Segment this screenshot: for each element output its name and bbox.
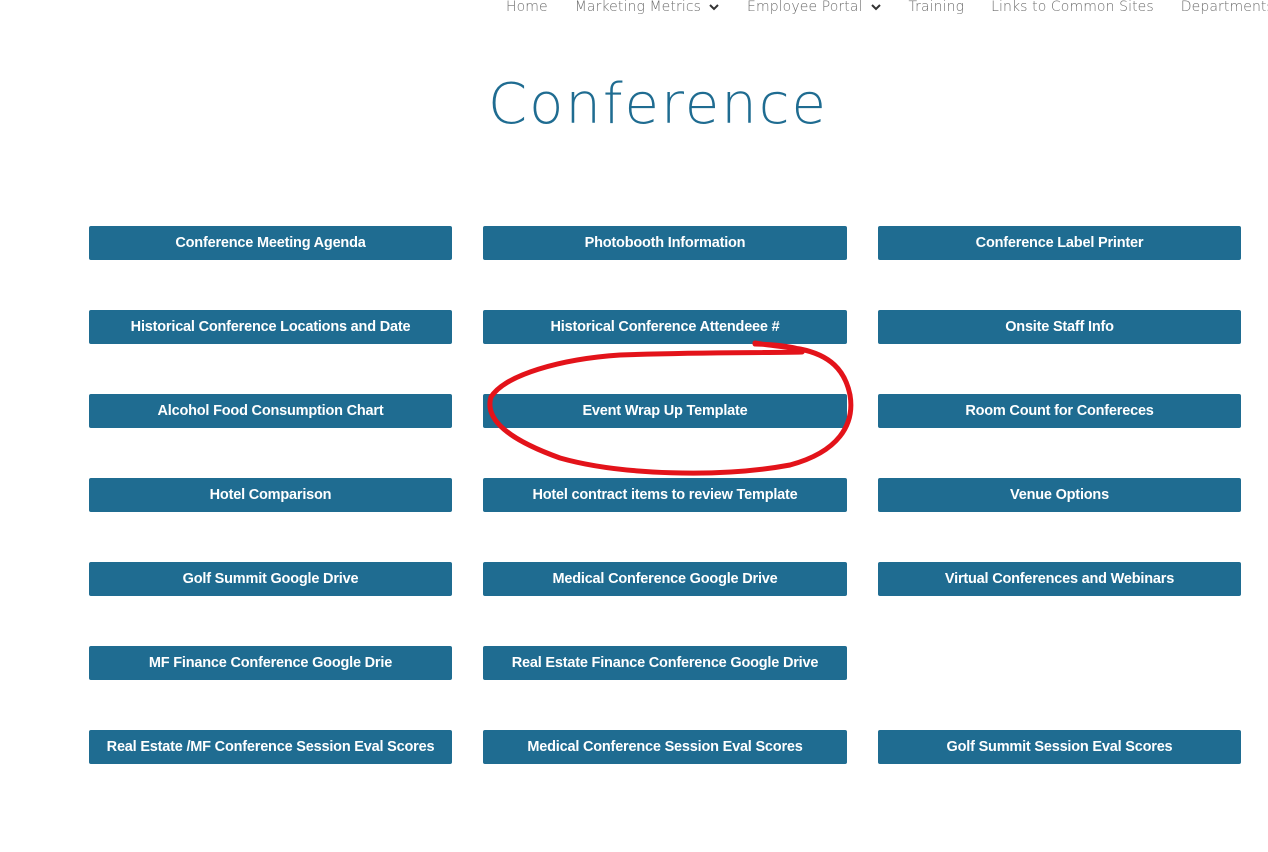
- nav-item-label: Marketing Metrics: [574, 0, 702, 15]
- medical-conference-google-drive-button[interactable]: Medical Conference Google Drive: [483, 562, 847, 596]
- nav-item-label: Training: [908, 0, 965, 15]
- historical-conference-locations-button[interactable]: Historical Conference Locations and Date: [89, 310, 452, 344]
- medical-conference-eval-scores-button[interactable]: Medical Conference Session Eval Scores: [483, 730, 847, 764]
- real-estate-finance-google-drive-button[interactable]: Real Estate Finance Conference Google Dr…: [483, 646, 847, 680]
- page: Home Marketing Metrics Employee Portal T…: [0, 0, 1268, 852]
- hotel-contract-items-button[interactable]: Hotel contract items to review Template: [483, 478, 847, 512]
- hotel-comparison-button[interactable]: Hotel Comparison: [89, 478, 452, 512]
- event-wrap-up-template-button[interactable]: Event Wrap Up Template: [483, 394, 847, 428]
- mf-finance-conference-google-drive-button[interactable]: MF Finance Conference Google Drie: [89, 646, 452, 680]
- onsite-staff-info-button[interactable]: Onsite Staff Info: [878, 310, 1241, 344]
- historical-conference-attendee-button[interactable]: Historical Conference Attendeee #: [483, 310, 847, 344]
- nav-item-label: Home: [506, 0, 548, 15]
- chevron-down-icon: [708, 1, 720, 13]
- real-estate-mf-eval-scores-button[interactable]: Real Estate /MF Conference Session Eval …: [89, 730, 452, 764]
- room-count-button[interactable]: Room Count for Confereces: [878, 394, 1241, 428]
- conference-meeting-agenda-button[interactable]: Conference Meeting Agenda: [89, 226, 452, 260]
- nav-item-label: Employee Portal: [747, 0, 863, 15]
- photobooth-information-button[interactable]: Photobooth Information: [483, 226, 847, 260]
- alcohol-food-consumption-chart-button[interactable]: Alcohol Food Consumption Chart: [89, 394, 452, 428]
- venue-options-button[interactable]: Venue Options: [878, 478, 1241, 512]
- nav-item-employee-portal[interactable]: Employee Portal: [747, 0, 882, 15]
- conference-label-printer-button[interactable]: Conference Label Printer: [878, 226, 1241, 260]
- chevron-down-icon: [870, 1, 882, 13]
- virtual-conferences-webinars-button[interactable]: Virtual Conferences and Webinars: [878, 562, 1241, 596]
- nav-item-label: Links to Common Sites: [991, 0, 1154, 15]
- golf-summit-eval-scores-button[interactable]: Golf Summit Session Eval Scores: [878, 730, 1241, 764]
- golf-summit-google-drive-button[interactable]: Golf Summit Google Drive: [89, 562, 452, 596]
- page-title: Conference: [487, 72, 828, 137]
- nav-item-links-to-common-sites[interactable]: Links to Common Sites: [991, 0, 1154, 15]
- nav-item-training[interactable]: Training: [909, 0, 965, 15]
- nav-item-marketing-metrics[interactable]: Marketing Metrics: [575, 0, 720, 15]
- nav-item-home[interactable]: Home: [506, 0, 548, 15]
- nav-item-departments[interactable]: Departments: [1181, 0, 1268, 15]
- top-navigation: Home Marketing Metrics Employee Portal T…: [506, 0, 1268, 18]
- nav-item-label: Departments: [1180, 0, 1268, 15]
